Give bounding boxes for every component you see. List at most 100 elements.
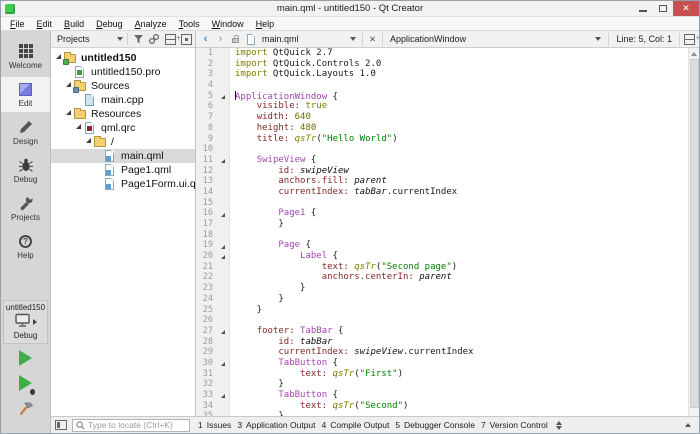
sidebar-mode-debug[interactable]: Debug bbox=[1, 153, 50, 188]
sidebar-mode-welcome[interactable]: Welcome bbox=[1, 39, 50, 74]
pane-selector-dropdown[interactable]: Projects bbox=[57, 34, 123, 44]
fold-margin[interactable] bbox=[217, 240, 230, 252]
code-line-19[interactable]: 19 Page { bbox=[196, 240, 688, 252]
code-line-8[interactable]: 8 height: 480 bbox=[196, 122, 688, 134]
maximize-output-pane-icon[interactable] bbox=[555, 420, 562, 430]
tree-item-sources[interactable]: Sources bbox=[51, 79, 195, 93]
kit-selector[interactable]: untitled150 Debug bbox=[3, 300, 48, 344]
toggle-left-sidebar-icon[interactable] bbox=[55, 420, 67, 430]
maximize-button[interactable] bbox=[653, 1, 673, 16]
sidebar-mode-help[interactable]: ? Help bbox=[1, 229, 50, 264]
code-line-29[interactable]: 29 currentIndex: swipeView.currentIndex bbox=[196, 347, 688, 358]
output-pane-application-output[interactable]: 3 Application Output bbox=[234, 417, 318, 433]
locator-box[interactable] bbox=[72, 418, 190, 432]
menu-build[interactable]: Build bbox=[58, 17, 90, 30]
menu-analyze[interactable]: Analyze bbox=[129, 17, 173, 30]
code-line-1[interactable]: 1 import QtQuick 2.7 bbox=[196, 48, 688, 59]
tree-expander-icon[interactable] bbox=[54, 54, 63, 62]
menu-help[interactable]: Help bbox=[250, 17, 281, 30]
code-line-28[interactable]: 28 id: tabBar bbox=[196, 336, 688, 348]
tree-item-main-cpp[interactable]: main.cpp bbox=[51, 93, 195, 107]
sidebar-mode-projects[interactable]: Projects bbox=[1, 191, 50, 226]
code-line-14[interactable]: 14 currentIndex: tabBar.currentIndex bbox=[196, 186, 688, 198]
output-pane-compile-output[interactable]: 4 Compile Output bbox=[319, 417, 393, 433]
code-line-11[interactable]: 11 SwipeView { bbox=[196, 154, 688, 166]
close-button[interactable]: ✕ bbox=[673, 1, 699, 16]
menu-tools[interactable]: Tools bbox=[173, 17, 206, 30]
fold-margin[interactable] bbox=[217, 251, 230, 262]
split-pane-button[interactable] bbox=[164, 33, 180, 45]
fold-margin[interactable] bbox=[217, 325, 230, 337]
code-line-3[interactable]: 3 import QtQuick.Layouts 1.0 bbox=[196, 69, 688, 81]
tree-expander-icon[interactable] bbox=[64, 82, 73, 90]
code-line-33[interactable]: 33 TabButton { bbox=[196, 390, 688, 401]
code-line-9[interactable]: 9 title: qsTr("Hello World") bbox=[196, 133, 688, 145]
tree-expander-icon[interactable] bbox=[74, 124, 83, 132]
tree-item-main-qml[interactable]: main.qml bbox=[51, 149, 195, 163]
code-line-25[interactable]: 25 } bbox=[196, 304, 688, 316]
code-line-13[interactable]: 13 anchors.fill: parent bbox=[196, 176, 688, 187]
sidebar-mode-design[interactable]: Design bbox=[1, 115, 50, 150]
filter-button[interactable] bbox=[132, 33, 144, 45]
code-line-23[interactable]: 23 } bbox=[196, 283, 688, 294]
code-line-34[interactable]: 34 text: qsTr("Second") bbox=[196, 400, 688, 412]
code-line-6[interactable]: 6 visible: true bbox=[196, 101, 688, 113]
output-pane-issues[interactable]: 1 Issues bbox=[195, 417, 234, 433]
tree-item-resources[interactable]: Resources bbox=[51, 107, 195, 121]
code-line-24[interactable]: 24 } bbox=[196, 293, 688, 305]
fold-margin[interactable] bbox=[217, 390, 230, 401]
link-with-editor-button[interactable] bbox=[148, 33, 160, 45]
menu-window[interactable]: Window bbox=[206, 17, 250, 30]
editor-scrollbar[interactable] bbox=[688, 48, 699, 416]
tree-item-qml-qrc[interactable]: qml.qrc bbox=[51, 121, 195, 135]
scroll-up-icon[interactable] bbox=[691, 52, 697, 56]
code-line-27[interactable]: 27 footer: TabBar { bbox=[196, 325, 688, 337]
code-line-10[interactable]: 10 bbox=[196, 144, 688, 155]
code-line-30[interactable]: 30 TabButton { bbox=[196, 357, 688, 369]
code-line-5[interactable]: 5 ApplicationWindow { bbox=[196, 90, 688, 102]
code-line-17[interactable]: 17 } bbox=[196, 219, 688, 230]
scrollbar-thumb[interactable] bbox=[689, 59, 699, 408]
code-line-21[interactable]: 21 text: qsTr("Second page") bbox=[196, 261, 688, 273]
minimize-button[interactable] bbox=[633, 1, 653, 16]
symbol-context-dropdown[interactable]: ApplicationWindow bbox=[385, 34, 606, 44]
menu-debug[interactable]: Debug bbox=[90, 17, 129, 30]
tree-item--[interactable]: / bbox=[51, 135, 195, 149]
output-pane-version-control[interactable]: 7 Version Control bbox=[478, 417, 551, 433]
go-forward-button[interactable]: › bbox=[213, 32, 228, 47]
sidebar-mode-edit[interactable]: Edit bbox=[1, 77, 50, 112]
code-line-7[interactable]: 7 width: 640 bbox=[196, 112, 688, 123]
tree-expander-icon[interactable] bbox=[84, 138, 93, 146]
open-file-dropdown[interactable]: main.qml bbox=[258, 34, 360, 44]
tree-item-page1-qml[interactable]: Page1.qml bbox=[51, 163, 195, 177]
locator-input[interactable] bbox=[88, 420, 186, 430]
fold-margin[interactable] bbox=[217, 154, 230, 166]
fold-margin[interactable] bbox=[217, 357, 230, 369]
code-line-22[interactable]: 22 anchors.centerIn: parent bbox=[196, 272, 688, 284]
file-lock-button[interactable] bbox=[228, 32, 243, 47]
fold-margin[interactable] bbox=[217, 90, 230, 102]
code-line-32[interactable]: 32 } bbox=[196, 379, 688, 390]
toggle-output-pane-button[interactable] bbox=[681, 423, 695, 427]
menu-edit[interactable]: Edit bbox=[31, 17, 59, 30]
kit-expand-arrow-icon[interactable] bbox=[33, 318, 37, 325]
code-line-18[interactable]: 18 bbox=[196, 229, 688, 241]
code-line-4[interactable]: 4 bbox=[196, 80, 688, 91]
tree-item-untitled150[interactable]: untitled150 bbox=[51, 51, 195, 65]
output-pane-debugger-console[interactable]: 5 Debugger Console bbox=[392, 417, 478, 433]
split-editor-button[interactable] bbox=[682, 32, 700, 47]
start-debugging-button[interactable] bbox=[19, 375, 35, 395]
code-line-16[interactable]: 16 Page1 { bbox=[196, 208, 688, 219]
code-line-2[interactable]: 2 import QtQuick.Controls 2.0 bbox=[196, 58, 688, 70]
code-editor[interactable]: 1 import QtQuick 2.7 2 import QtQuick.Contr… bbox=[196, 48, 688, 416]
tree-expander-icon[interactable] bbox=[64, 110, 73, 118]
fold-margin[interactable] bbox=[217, 208, 230, 219]
code-line-12[interactable]: 12 id: swipeView bbox=[196, 165, 688, 177]
go-back-button[interactable]: ‹ bbox=[198, 32, 213, 47]
menu-file[interactable]: File bbox=[4, 17, 31, 30]
code-line-15[interactable]: 15 bbox=[196, 197, 688, 209]
code-line-31[interactable]: 31 text: qsTr("First") bbox=[196, 368, 688, 380]
code-line-26[interactable]: 26 bbox=[196, 315, 688, 326]
close-document-button[interactable]: ✕ bbox=[365, 32, 380, 47]
code-line-20[interactable]: 20 Label { bbox=[196, 251, 688, 262]
